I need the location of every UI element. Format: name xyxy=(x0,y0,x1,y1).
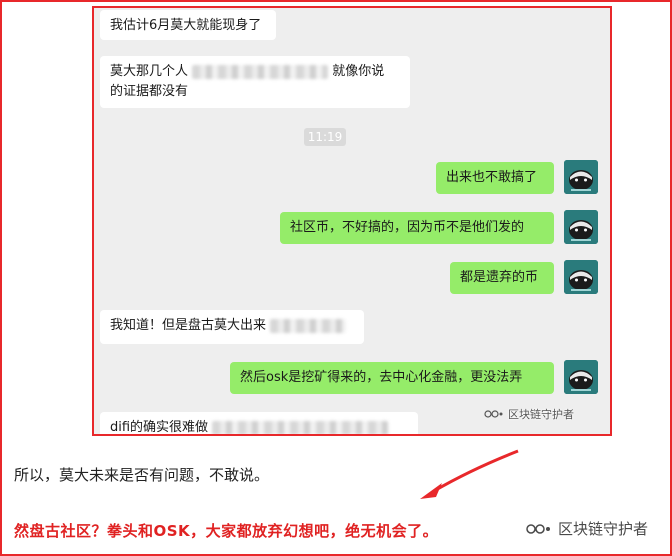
message-text: 出来也不敢搞了 xyxy=(446,170,538,185)
message-text: 的证据都没有 xyxy=(110,84,189,99)
honey-badger-icon xyxy=(564,210,598,244)
message-text: 社区币，不好搞的，因为币不是他们发的 xyxy=(290,220,525,235)
chat-message: 我估计6月莫大就能现身了 xyxy=(100,10,276,40)
avatar[interactable] xyxy=(564,260,598,294)
watermark-text: 区块链守护者 xyxy=(558,520,649,538)
message-text: 我知道！但是盘古莫大出来 xyxy=(110,318,267,333)
chat-message: 我知道！但是盘古莫大出来 xyxy=(100,310,364,344)
avatar[interactable] xyxy=(564,210,598,244)
message-text: 莫大那几个人 xyxy=(110,64,189,79)
message-text: 都是遗弃的币 xyxy=(460,270,539,285)
avatar[interactable] xyxy=(564,360,598,394)
chat-screenshot: 我估计6月莫大就能现身了 莫大那几个人 就像你说 的证据都没有 11:19 出来… xyxy=(92,6,612,436)
redacted-text xyxy=(192,64,329,79)
article-paragraph: 所以，莫大未来是否有问题，不敢说。 xyxy=(14,466,270,484)
watermark-text: 区块链守护者 xyxy=(508,408,574,421)
honey-badger-icon xyxy=(564,260,598,294)
message-text: 就像你说 xyxy=(332,64,385,79)
chat-message: 莫大那几个人 就像你说 的证据都没有 xyxy=(100,56,410,108)
honey-badger-icon xyxy=(564,160,598,194)
chat-message: 出来也不敢搞了 xyxy=(436,162,554,194)
message-text: 然后osk是挖矿得来的，去中心化金融，更没法弄 xyxy=(240,370,523,385)
redacted-text xyxy=(270,318,347,333)
article-page: 我估计6月莫大就能现身了 莫大那几个人 就像你说 的证据都没有 11:19 出来… xyxy=(0,0,672,556)
honey-badger-icon xyxy=(564,360,598,394)
chat-timestamp: 11:19 xyxy=(304,128,346,146)
message-text: 我估计6月莫大就能现身了 xyxy=(110,18,262,33)
chat-watermark: 区块链守护者 xyxy=(484,406,574,422)
chat-message: 社区币，不好搞的，因为币不是他们发的 xyxy=(280,212,554,244)
message-text: difi的确实很难做 xyxy=(110,420,209,435)
chat-message: difi的确实很难做 xyxy=(100,412,418,435)
chat-message: 然后osk是挖矿得来的，去中心化金融，更没法弄 xyxy=(230,362,554,394)
article-headline: 然盘古社区？拳头和OSK，大家都放弃幻想吧，绝无机会了。 xyxy=(14,522,439,540)
wechat-official-icon xyxy=(484,410,503,418)
redacted-text xyxy=(212,420,389,434)
avatar[interactable] xyxy=(564,160,598,194)
red-arrow-icon xyxy=(420,449,519,499)
chat-message: 都是遗弃的币 xyxy=(450,262,554,294)
wechat-official-icon xyxy=(526,523,550,534)
account-watermark: 区块链守护者 xyxy=(526,518,648,539)
